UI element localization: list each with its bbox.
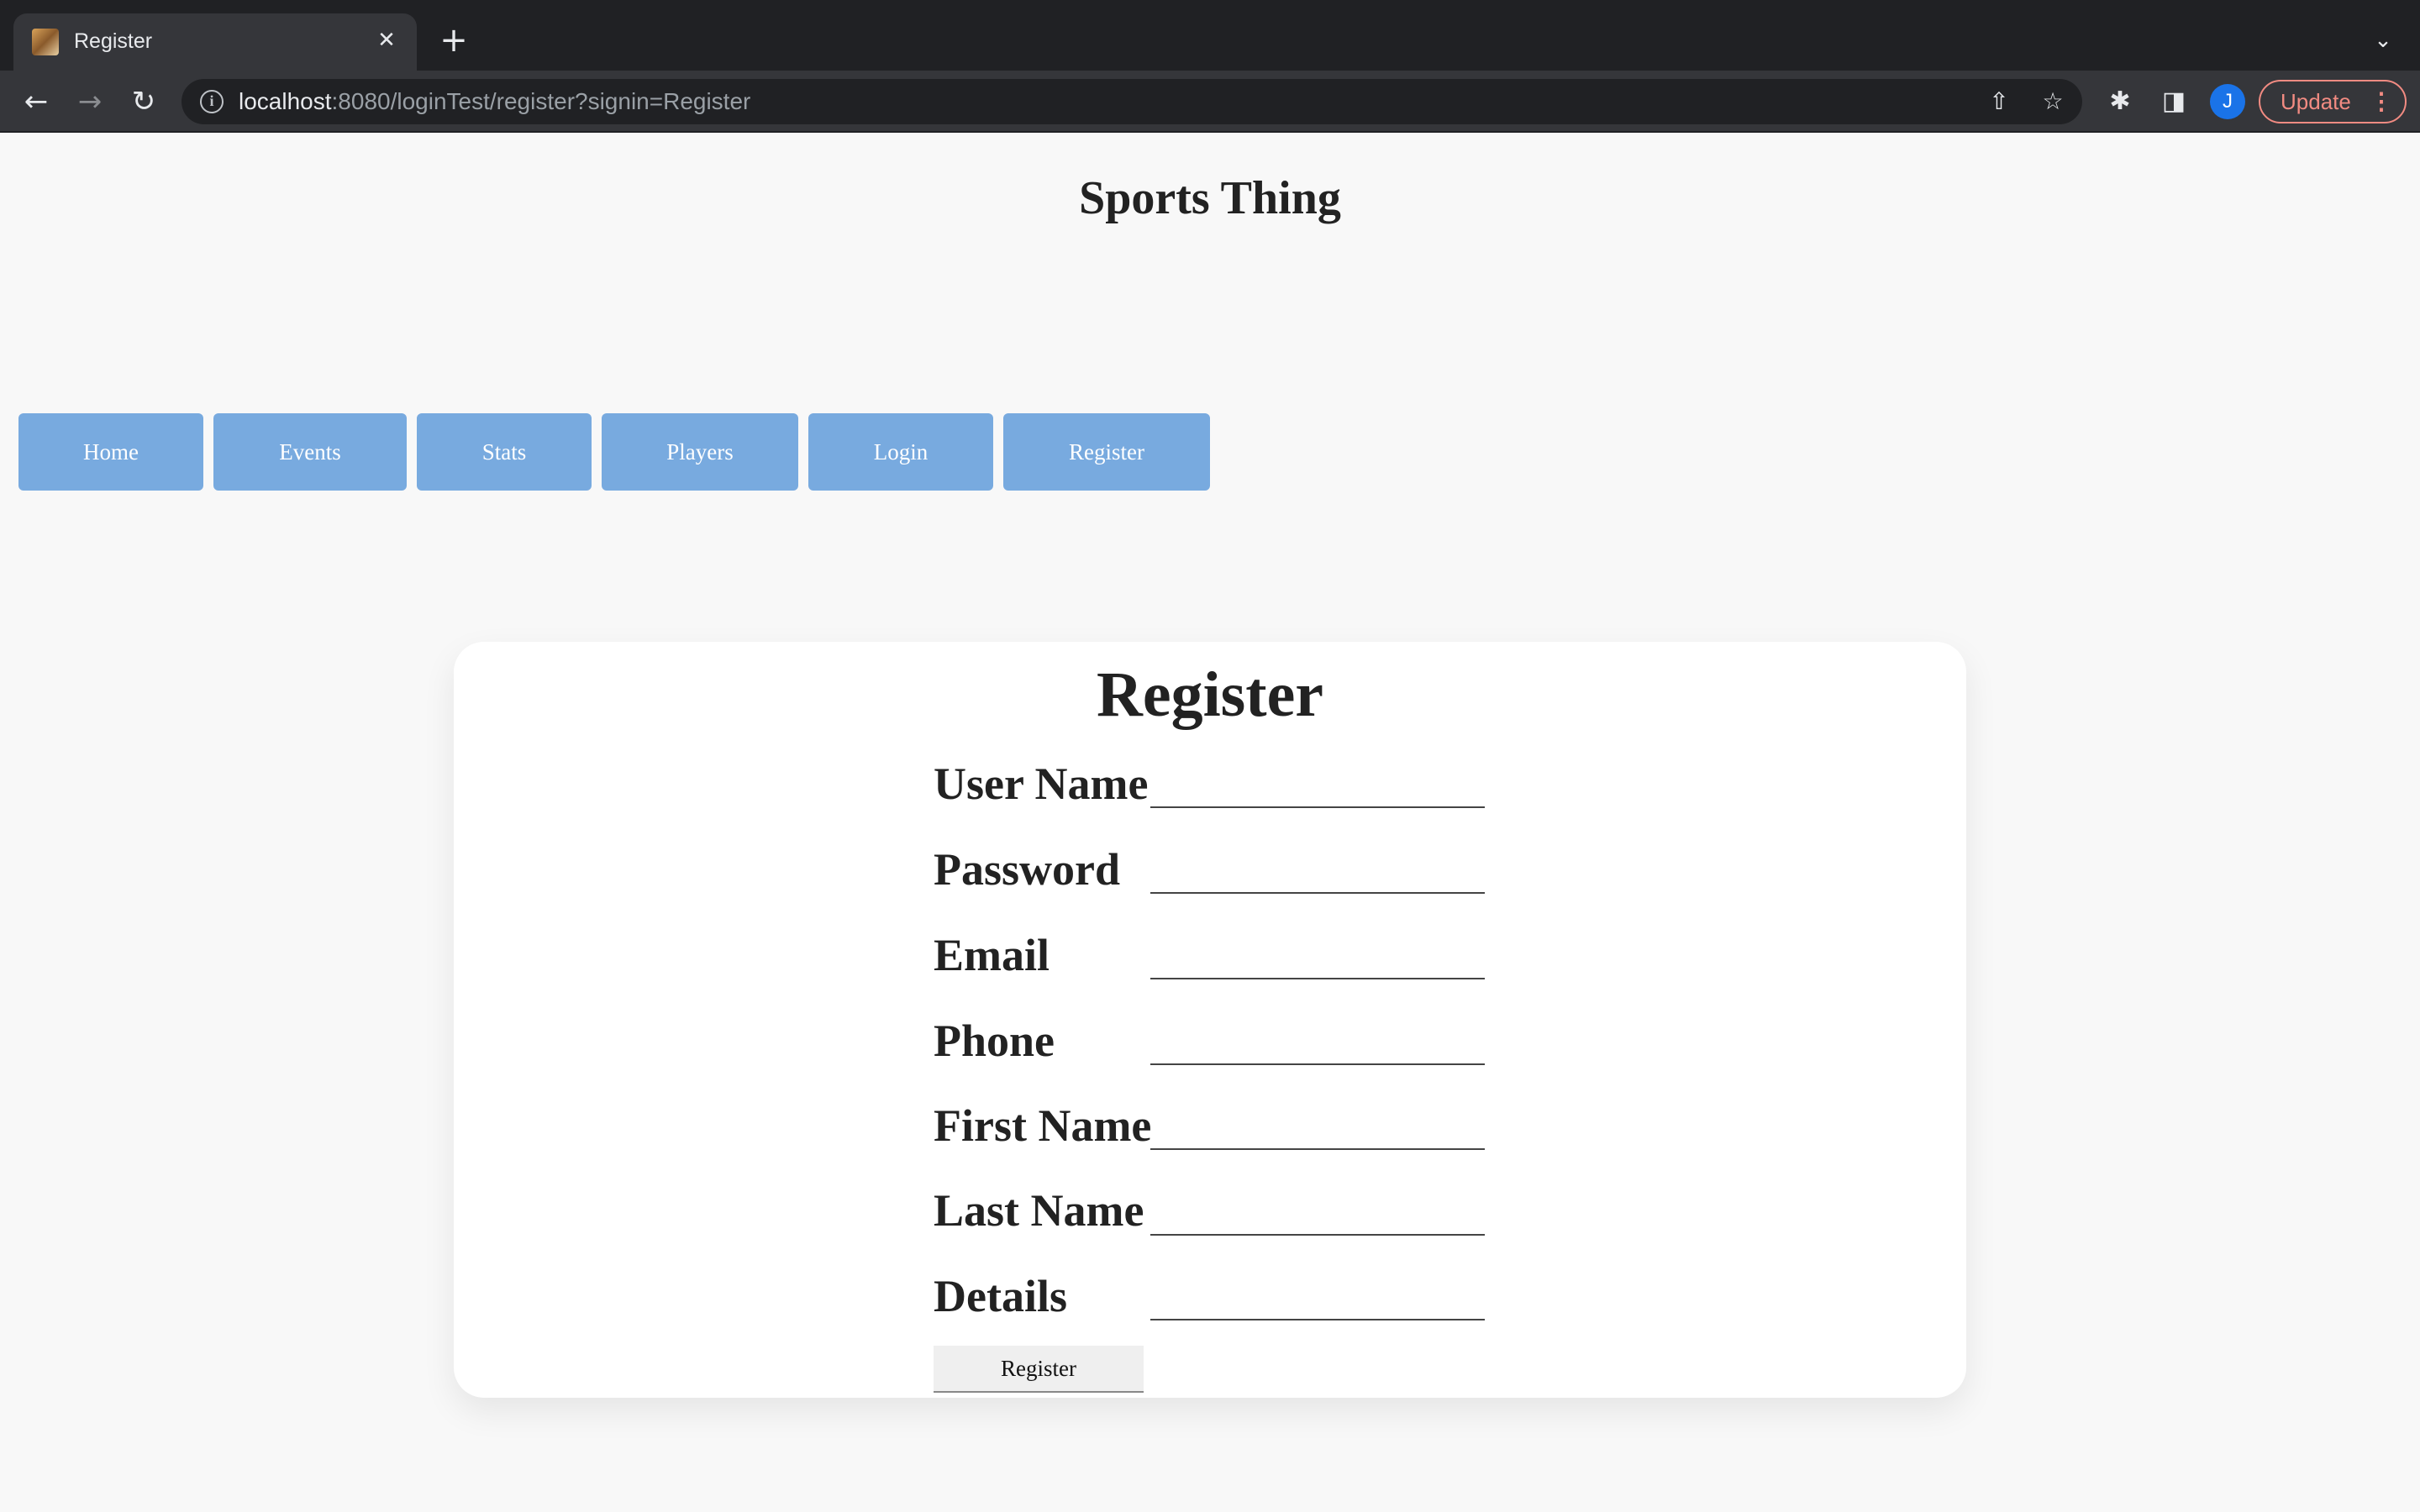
close-tab-icon[interactable]: ✕ [371, 25, 402, 55]
nav-events[interactable]: Events [213, 413, 407, 491]
nav-players[interactable]: Players [602, 413, 798, 491]
first-name-input[interactable] [1150, 1110, 1485, 1150]
back-icon[interactable]: ← [17, 82, 55, 121]
last-name-label: Last Name [934, 1185, 1144, 1236]
phone-label: Phone [934, 1016, 1055, 1066]
reload-icon[interactable]: ↻ [124, 82, 163, 121]
address-bar[interactable]: i localhost:8080/loginTest/register?sign… [182, 79, 2082, 124]
forward-icon[interactable]: → [71, 82, 109, 121]
browser-toolbar: ← → ↻ i localhost:8080/loginTest/registe… [0, 71, 2420, 133]
password-input[interactable] [1150, 853, 1485, 894]
details-label: Details [934, 1271, 1067, 1321]
update-button[interactable]: Update ⋮ [2259, 80, 2407, 123]
side-panel-icon[interactable]: ◨ [2156, 84, 2191, 119]
browser-tab[interactable]: Register ✕ [13, 13, 417, 71]
form-title: Register [1096, 659, 1324, 730]
site-title: Sports Thing [1079, 172, 1341, 224]
menu-icon[interactable]: ⋮ [2370, 81, 2393, 122]
profile-avatar[interactable]: J [2210, 84, 2245, 119]
url-path: :8080/loginTest/register?signin=Register [331, 88, 751, 114]
email-label: Email [934, 930, 1050, 980]
last-name-input[interactable] [1150, 1195, 1485, 1236]
nav-stats[interactable]: Stats [417, 413, 592, 491]
username-label: User Name [934, 759, 1149, 809]
nav-login[interactable]: Login [808, 413, 993, 491]
tab-title: Register [74, 29, 153, 53]
share-icon[interactable]: ⇧ [1985, 87, 2013, 116]
register-submit-button[interactable]: Register [934, 1346, 1144, 1393]
favicon-icon [32, 29, 59, 55]
phone-input[interactable] [1150, 1025, 1485, 1065]
password-label: Password [934, 844, 1121, 895]
nav-register[interactable]: Register [1003, 413, 1210, 491]
username-input[interactable] [1150, 768, 1485, 808]
details-input[interactable] [1150, 1280, 1485, 1320]
tab-list-icon[interactable]: ⌄ [2366, 24, 2400, 57]
extensions-icon[interactable]: ✱ [2102, 84, 2138, 119]
update-label: Update [2281, 89, 2351, 114]
first-name-label: First Name [934, 1100, 1152, 1151]
address-url[interactable]: localhost:8080/loginTest/register?signin… [239, 88, 750, 115]
register-card: Register User Name Password Email Phone … [454, 642, 1966, 1398]
site-info-icon[interactable]: i [200, 90, 224, 113]
nav-home[interactable]: Home [18, 413, 203, 491]
new-tab-icon[interactable]: + [437, 24, 471, 57]
bookmark-star-icon[interactable]: ☆ [2039, 87, 2067, 116]
url-host: localhost [239, 88, 332, 114]
email-input[interactable] [1150, 939, 1485, 979]
browser-tab-strip: Register ✕ + ⌄ [0, 0, 2420, 71]
